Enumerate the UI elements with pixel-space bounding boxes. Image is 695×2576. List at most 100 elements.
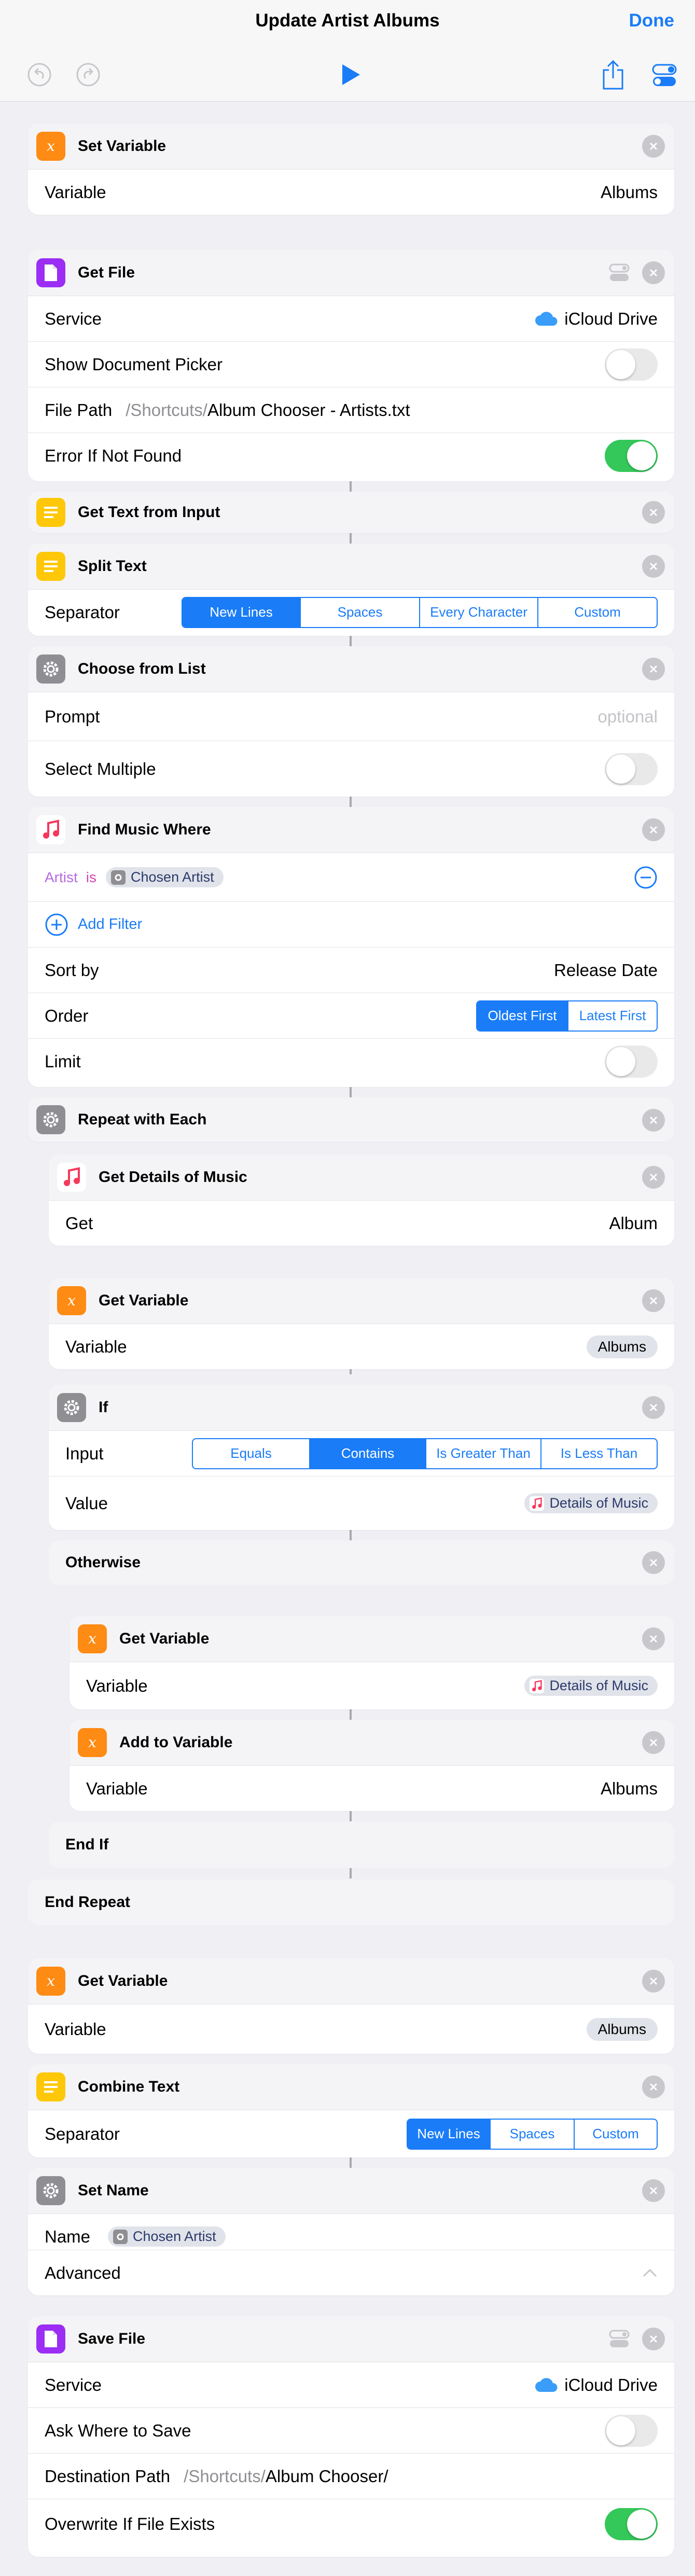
segment-contains[interactable]: Contains bbox=[309, 1439, 425, 1468]
field-label: Prompt bbox=[45, 706, 100, 726]
remove-action-icon[interactable] bbox=[642, 2179, 665, 2202]
set-variable-action[interactable]: x Set Variable Variable Albums bbox=[28, 123, 674, 215]
value-pill[interactable]: Details of Music bbox=[524, 1493, 658, 1513]
segment-latest-first[interactable]: Latest First bbox=[567, 1001, 657, 1031]
done-button[interactable]: Done bbox=[629, 10, 675, 31]
advanced-row[interactable]: Advanced bbox=[28, 2250, 674, 2295]
undo-icon[interactable] bbox=[26, 61, 53, 88]
segment-is-greater-than[interactable]: Is Greater Than bbox=[425, 1439, 540, 1468]
music-note-icon bbox=[530, 1678, 545, 1693]
segment-custom[interactable]: Custom bbox=[537, 597, 657, 627]
choose-from-list-action[interactable]: Choose from List Prompt optional Select M… bbox=[28, 646, 674, 797]
segment-spaces[interactable]: Spaces bbox=[300, 597, 419, 627]
segment-oldest-first[interactable]: Oldest First bbox=[477, 1001, 567, 1031]
detail-picker[interactable]: Album bbox=[609, 1214, 658, 1233]
variable-name-field[interactable]: Albums bbox=[601, 1779, 658, 1799]
add-to-variable-action[interactable]: x Add to Variable Variable Albums bbox=[70, 1720, 674, 1811]
share-icon[interactable] bbox=[600, 58, 627, 91]
separator-segmented-control: New Lines Spaces Custom bbox=[407, 2118, 658, 2150]
remove-action-icon[interactable] bbox=[642, 1109, 665, 1132]
remove-action-icon[interactable] bbox=[642, 1731, 665, 1754]
segment-new-lines[interactable]: New Lines bbox=[408, 2119, 490, 2149]
field-label: Order bbox=[45, 1006, 89, 1025]
if-action[interactable]: If Input Equals Contains Is Greater Than… bbox=[49, 1385, 674, 1530]
save-file-action[interactable]: Save File Service iCloud Drive Ask Where … bbox=[28, 2316, 674, 2557]
error-if-not-found-switch[interactable] bbox=[605, 439, 658, 472]
prompt-field[interactable]: optional bbox=[597, 707, 658, 727]
service-picker[interactable]: iCloud Drive bbox=[534, 2375, 658, 2395]
remove-action-icon[interactable] bbox=[642, 658, 665, 680]
workflow-canvas: x Set Variable Variable Albums Get File Se… bbox=[0, 102, 695, 2576]
end-if-block: End If bbox=[49, 1821, 674, 1868]
remove-action-icon[interactable] bbox=[642, 501, 665, 524]
remove-action-icon[interactable] bbox=[642, 1551, 665, 1574]
remove-action-icon[interactable] bbox=[642, 1627, 665, 1650]
set-name-action[interactable]: Set Name Name Chosen Artist bbox=[28, 2168, 674, 2260]
remove-action-icon[interactable] bbox=[642, 1970, 665, 1993]
nav-bar: Update Artist Albums Done bbox=[0, 0, 695, 102]
remove-action-icon[interactable] bbox=[642, 1166, 665, 1189]
combine-text-action[interactable]: Combine Text Separator New Lines Spaces … bbox=[28, 2064, 674, 2157]
segment-equals[interactable]: Equals bbox=[193, 1439, 309, 1468]
get-text-action[interactable]: Get Text from Input bbox=[28, 492, 674, 533]
filter-value-pill[interactable]: Chosen Artist bbox=[106, 867, 224, 887]
remove-action-icon[interactable] bbox=[642, 1289, 665, 1312]
chevron-up-icon bbox=[643, 2268, 657, 2277]
get-file-action[interactable]: Get File Service iCloud Drive Show Docume… bbox=[28, 250, 674, 481]
variable-icon: x bbox=[36, 1967, 65, 1996]
parameters-toggle-icon[interactable] bbox=[609, 2329, 630, 2349]
segment-spaces[interactable]: Spaces bbox=[490, 2119, 574, 2149]
block-title: Otherwise bbox=[65, 1554, 141, 1571]
remove-action-icon[interactable] bbox=[642, 555, 665, 578]
remove-filter-icon[interactable] bbox=[634, 866, 658, 889]
repeat-with-each-action[interactable]: Repeat with Each bbox=[28, 1097, 674, 1142]
remove-action-icon[interactable] bbox=[642, 2076, 665, 2098]
split-text-action[interactable]: Split Text Separator New Lines Spaces Ev… bbox=[28, 544, 674, 636]
ask-where-to-save-switch[interactable] bbox=[605, 2414, 658, 2447]
variable-pill[interactable]: Albums bbox=[586, 1335, 658, 1358]
play-icon[interactable] bbox=[337, 61, 364, 88]
add-filter-icon[interactable] bbox=[45, 913, 68, 937]
destination-path-field[interactable]: /Shortcuts/Album Chooser/ bbox=[184, 2467, 388, 2486]
segment-is-less-than[interactable]: Is Less Than bbox=[540, 1439, 657, 1468]
name-pill[interactable]: Chosen Artist bbox=[108, 2226, 226, 2247]
select-multiple-switch[interactable] bbox=[605, 753, 658, 785]
remove-action-icon[interactable] bbox=[642, 135, 665, 158]
file-path-field[interactable]: /Shortcuts/Album Chooser - Artists.txt bbox=[126, 400, 410, 420]
redo-icon[interactable] bbox=[75, 61, 102, 88]
get-details-of-music-action[interactable]: Get Details of Music Get Album bbox=[49, 1154, 674, 1246]
separator-segmented-control: New Lines Spaces Every Character Custom bbox=[182, 596, 658, 628]
remove-action-icon[interactable] bbox=[642, 2328, 665, 2350]
text-icon bbox=[36, 2072, 65, 2101]
get-variable-action[interactable]: x Get Variable Variable Details of Music bbox=[70, 1616, 674, 1709]
variable-name-field[interactable]: Albums bbox=[601, 183, 658, 202]
find-music-action[interactable]: Find Music Where Artist is Chosen Artist A… bbox=[28, 807, 674, 1087]
sort-by-picker[interactable]: Release Date bbox=[554, 960, 658, 980]
document-picker-switch[interactable] bbox=[605, 348, 658, 381]
get-variable-action[interactable]: x Get Variable Variable Albums bbox=[49, 1278, 674, 1369]
variable-icon: x bbox=[78, 1728, 107, 1757]
add-filter-button[interactable]: Add Filter bbox=[78, 916, 142, 933]
field-label: Variable bbox=[45, 2019, 106, 2039]
segment-every-character[interactable]: Every Character bbox=[419, 597, 537, 627]
condition-segmented-control: Equals Contains Is Greater Than Is Less … bbox=[192, 1438, 658, 1469]
action-title: If bbox=[99, 1399, 108, 1416]
remove-action-icon[interactable] bbox=[642, 1396, 665, 1419]
filter-operator[interactable]: is bbox=[86, 869, 96, 886]
remove-action-icon[interactable] bbox=[642, 261, 665, 284]
segment-new-lines[interactable]: New Lines bbox=[183, 597, 300, 627]
segment-custom[interactable]: Custom bbox=[574, 2119, 657, 2149]
parameters-toggle-icon[interactable] bbox=[609, 262, 630, 283]
service-picker[interactable]: iCloud Drive bbox=[534, 309, 658, 329]
remove-action-icon[interactable] bbox=[642, 818, 665, 841]
overwrite-switch[interactable] bbox=[605, 2508, 658, 2540]
filter-field[interactable]: Artist bbox=[45, 869, 78, 886]
settings-toggle-icon[interactable] bbox=[651, 62, 677, 88]
field-label: Service bbox=[45, 309, 102, 328]
variable-pill[interactable]: Details of Music bbox=[524, 1676, 658, 1696]
limit-switch[interactable] bbox=[605, 1045, 658, 1078]
variable-icon: x bbox=[36, 132, 65, 161]
get-variable-action[interactable]: x Get Variable Variable Albums bbox=[28, 1958, 674, 2054]
otherwise-block[interactable]: Otherwise bbox=[49, 1540, 674, 1585]
variable-pill[interactable]: Albums bbox=[586, 2017, 658, 2041]
